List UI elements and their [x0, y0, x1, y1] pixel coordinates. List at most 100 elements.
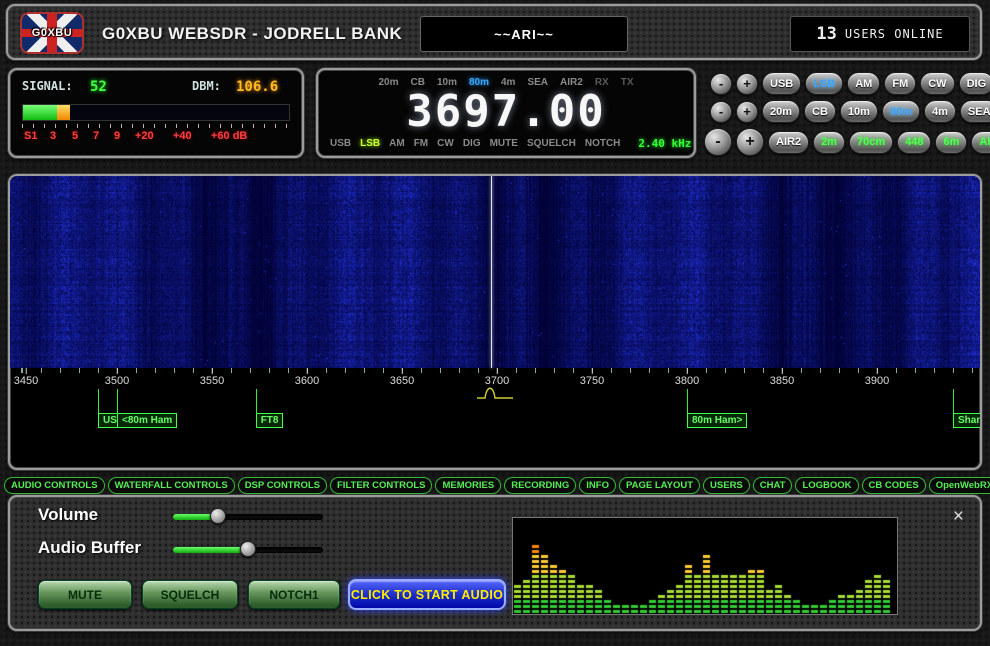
bandwidth-readout: 2.40 kHz: [638, 137, 691, 150]
tuning-button-panel: - + USB LSB AM FM CW DIG - + 20m CB 10m …: [702, 66, 988, 166]
waterfall-marker-line: [117, 389, 118, 413]
tab-users[interactable]: USERS: [703, 477, 750, 494]
waterfall-marker-line: [687, 389, 688, 413]
mode-indicator-strip: USB LSB AM FM CW DIG MUTE SQUELCH NOTCH …: [330, 137, 686, 150]
band-button-row: - + 20m CB 10m 80m 4m SEA: [710, 100, 990, 123]
frequency-readout: 3697.00: [318, 86, 694, 137]
waterfall-scale-label: 3800: [675, 375, 699, 387]
tab-openwebrx[interactable]: OpenWebRX: [929, 477, 990, 494]
waterfall-display[interactable]: [10, 176, 980, 368]
buffer-slider-thumb[interactable]: [240, 541, 256, 557]
waterfall-marker-line: [98, 389, 99, 413]
tab-memories[interactable]: MEMORIES: [435, 477, 501, 494]
scale-label: 7: [93, 130, 99, 142]
mode-indicator: FM: [414, 138, 428, 149]
mode-button-am[interactable]: AM: [847, 72, 880, 95]
start-audio-button[interactable]: CLICK TO START AUDIO: [348, 579, 506, 610]
band-button-2m[interactable]: 2m: [813, 131, 845, 154]
band-button-sea[interactable]: SEA: [960, 100, 990, 123]
waterfall-scale-label: 3900: [865, 375, 889, 387]
band-button-air2[interactable]: AIR2: [768, 131, 809, 154]
tab-dsp-controls[interactable]: DSP CONTROLS: [238, 477, 327, 494]
scale-label: 3: [50, 130, 56, 142]
users-online-display: 13 USERS ONLINE: [790, 16, 970, 52]
tuned-frequency-line: [491, 176, 492, 368]
tab-audio-controls[interactable]: AUDIO CONTROLS: [4, 477, 105, 494]
mode-indicator: MUTE: [490, 138, 518, 149]
audio-spectrum-display: [512, 517, 898, 615]
page-title: G0XBU WEBSDR - JODRELL BANK: [102, 6, 402, 62]
tab-logbook[interactable]: LOGBOOK: [795, 477, 858, 494]
scale-label: +20: [135, 130, 154, 142]
band-button-cb[interactable]: CB: [804, 100, 836, 123]
s-meter-ticks: [22, 124, 290, 128]
mode-button-dig[interactable]: DIG: [959, 72, 990, 95]
band-button-20m[interactable]: 20m: [762, 100, 800, 123]
tab-filter-controls[interactable]: FILTER CONTROLS: [330, 477, 432, 494]
header-bar: G0XBU G0XBU WEBSDR - JODRELL BANK ~~ARI~…: [6, 4, 982, 60]
waterfall-marker[interactable]: FT8: [256, 413, 284, 428]
waterfall-scale-label: 3500: [105, 375, 129, 387]
band-button-row-2: - + AIR2 2m 70cm 448 6m AIR1: [704, 128, 990, 156]
volume-slider[interactable]: [173, 509, 323, 525]
band-button-4m[interactable]: 4m: [924, 100, 956, 123]
squelch-button[interactable]: SQUELCH: [142, 580, 238, 609]
volume-slider-thumb[interactable]: [210, 508, 226, 524]
audio-spectrum-canvas: [513, 518, 897, 614]
waterfall-marker[interactable]: 80m Ham>: [687, 413, 747, 428]
mode-button-row: - + USB LSB AM FM CW DIG: [710, 72, 990, 95]
mute-button[interactable]: MUTE: [38, 580, 132, 609]
buffer-slider-fill: [173, 547, 248, 553]
users-label: USERS ONLINE: [845, 27, 944, 41]
band-button-6m[interactable]: 6m: [935, 131, 967, 154]
mode-indicator: CW: [437, 138, 454, 149]
band-plus-button[interactable]: +: [736, 101, 758, 123]
band-minus-button[interactable]: -: [710, 101, 732, 123]
scale-label: +60 dB: [211, 130, 247, 142]
waterfall-marker[interactable]: <80m Ham: [117, 413, 177, 428]
mode-indicator: NOTCH: [585, 138, 621, 149]
mode-button-cw[interactable]: CW: [920, 72, 954, 95]
band-button-air1[interactable]: AIR1: [971, 131, 990, 154]
notch1-button[interactable]: NOTCH1: [248, 580, 340, 609]
logo-text: G0XBU: [32, 27, 72, 39]
s-meter-bar: [22, 104, 290, 121]
waterfall-marker-line: [953, 389, 954, 413]
tune-minus-button[interactable]: -: [704, 128, 732, 156]
mode-indicator: AM: [389, 138, 405, 149]
scale-label: 9: [114, 130, 120, 142]
tab-waterfall-controls[interactable]: WATERFALL CONTROLS: [108, 477, 235, 494]
waterfall-scale-label: 3450: [14, 375, 38, 387]
mode-indicator: SQUELCH: [527, 138, 576, 149]
filter-passband-icon: [475, 381, 515, 401]
scale-label: 5: [72, 130, 78, 142]
mode-button-fm[interactable]: FM: [884, 72, 916, 95]
tab-info[interactable]: INFO: [579, 477, 616, 494]
waterfall-scale-label: 3750: [580, 375, 604, 387]
audio-controls-panel: Volume Audio Buffer MUTE SQUELCH NOTCH1 …: [8, 495, 982, 631]
mode-button-lsb[interactable]: LSB: [805, 72, 843, 95]
volume-label: Volume: [38, 505, 98, 525]
mode-indicator: DIG: [463, 138, 481, 149]
tune-plus-button[interactable]: +: [736, 128, 764, 156]
tab-recording[interactable]: RECORDING: [504, 477, 576, 494]
waterfall-scale-label: 3650: [390, 375, 414, 387]
close-icon[interactable]: ×: [953, 507, 964, 526]
mode-plus-button[interactable]: +: [736, 73, 758, 95]
band-button-448[interactable]: 448: [897, 131, 931, 154]
mode-button-usb[interactable]: USB: [762, 72, 801, 95]
tab-cb-codes[interactable]: CB CODES: [862, 477, 926, 494]
waterfall-scale-label: 3850: [770, 375, 794, 387]
waterfall-marker-line: [256, 389, 257, 413]
waterfall-marker[interactable]: Shannon Volmet: [953, 413, 982, 428]
band-button-10m[interactable]: 10m: [840, 100, 878, 123]
waterfall-scale-label: 3550: [200, 375, 224, 387]
g0xbu-logo: G0XBU: [20, 12, 84, 54]
band-button-70cm[interactable]: 70cm: [849, 131, 893, 154]
buffer-slider[interactable]: [173, 542, 323, 558]
mode-minus-button[interactable]: -: [710, 73, 732, 95]
band-button-80m[interactable]: 80m: [882, 100, 920, 123]
tab-page-layout[interactable]: PAGE LAYOUT: [619, 477, 700, 494]
scale-label: +40: [173, 130, 192, 142]
tab-chat[interactable]: CHAT: [753, 477, 793, 494]
